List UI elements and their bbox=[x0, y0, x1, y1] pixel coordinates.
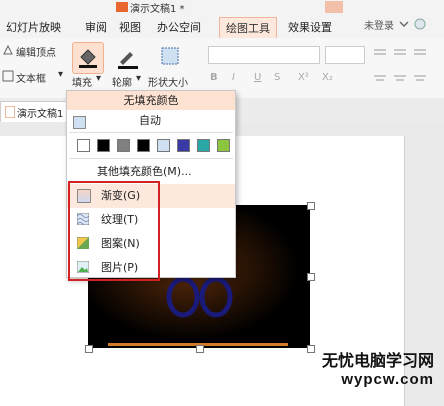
divider bbox=[69, 132, 233, 133]
color-swatch-green[interactable] bbox=[217, 139, 230, 152]
doc-tab-label: 演示文稿1 bbox=[17, 109, 64, 120]
resize-handle[interactable] bbox=[307, 273, 315, 281]
fill-dropdown-icon[interactable]: ▾ bbox=[96, 73, 101, 84]
document-icon bbox=[5, 106, 15, 118]
textbox-dropdown-icon[interactable]: ▾ bbox=[58, 69, 63, 80]
picture-label: 图片(P) bbox=[101, 261, 139, 274]
fill-button[interactable] bbox=[72, 42, 104, 74]
help-icon[interactable] bbox=[414, 18, 426, 30]
picture-icon bbox=[77, 261, 89, 273]
italic-icon[interactable]: I bbox=[232, 72, 235, 83]
superscript-icon[interactable]: X² bbox=[298, 72, 309, 83]
underline-icon[interactable]: U bbox=[254, 72, 261, 83]
more-fill-colors-label: 其他填充颜色(M)... bbox=[97, 165, 192, 178]
textbox-icon[interactable] bbox=[2, 70, 14, 82]
color-swatch-black[interactable] bbox=[97, 139, 110, 152]
tab-view[interactable]: 视图 bbox=[119, 19, 141, 35]
pattern-label: 图案(N) bbox=[101, 237, 140, 250]
shadow-icon[interactable]: S bbox=[274, 72, 280, 83]
color-swatch-gray[interactable] bbox=[117, 139, 130, 152]
dropdown-icon[interactable] bbox=[399, 19, 409, 29]
color-swatch-teal[interactable] bbox=[197, 139, 210, 152]
tab-drawing-tools[interactable]: 绘图工具 bbox=[219, 17, 277, 39]
outline-button[interactable] bbox=[112, 42, 142, 72]
shape-size-button[interactable] bbox=[155, 42, 185, 72]
shape-size-label[interactable]: 形状大小 bbox=[148, 74, 188, 89]
resize-handle[interactable] bbox=[85, 345, 93, 353]
tab-review[interactable]: 审阅 bbox=[85, 19, 107, 35]
resize-handle[interactable] bbox=[307, 345, 315, 353]
watermark: 无忧电脑学习网 wypcw.com bbox=[322, 347, 434, 388]
no-fill-option[interactable]: 无填充颜色 bbox=[67, 91, 235, 110]
title-bar: 演示文稿1 * bbox=[0, 0, 444, 15]
picture-option[interactable]: 图片(P) bbox=[67, 256, 235, 280]
ribbon-tabs: 幻灯片放映 审阅 视图 办公空间 绘图工具 效果设置 未登录 bbox=[0, 14, 444, 39]
textbox-label[interactable]: 文本框 bbox=[16, 70, 46, 85]
texture-label: 纹理(T) bbox=[101, 213, 139, 226]
auto-color-option[interactable]: 自动 bbox=[67, 111, 235, 131]
color-swatch-black-2[interactable] bbox=[137, 139, 150, 152]
watermark-line1: 无忧电脑学习网 bbox=[321, 351, 434, 370]
app-icon bbox=[116, 2, 128, 12]
fill-dropdown-menu: 无填充颜色 自动 其他填充颜色(M)... 渐变(G) 纹理(T) 图案(N) bbox=[66, 90, 236, 278]
color-swatch-light-blue[interactable] bbox=[157, 139, 170, 152]
resize-handle[interactable] bbox=[307, 202, 315, 210]
texture-icon bbox=[77, 213, 89, 225]
gradient-option[interactable]: 渐变(G) bbox=[67, 184, 235, 208]
paint-bucket-icon bbox=[79, 49, 97, 68]
gradient-icon bbox=[77, 189, 91, 203]
auto-color-swatch bbox=[73, 116, 86, 129]
tab-office-space[interactable]: 办公空间 bbox=[157, 19, 201, 35]
doc-tab[interactable]: 演示文稿1 bbox=[0, 101, 74, 122]
gradient-label: 渐变(G) bbox=[101, 189, 141, 202]
tab-slideshow[interactable]: 幻灯片放映 bbox=[6, 19, 61, 35]
bold-icon[interactable]: B bbox=[210, 72, 218, 83]
edit-vertex-label[interactable]: 编辑顶点 bbox=[16, 44, 56, 59]
fill-label[interactable]: 填充 bbox=[72, 74, 92, 89]
minimize-icon[interactable] bbox=[325, 1, 343, 13]
color-swatch-white[interactable] bbox=[77, 139, 90, 152]
outline-dropdown-icon[interactable]: ▾ bbox=[136, 73, 141, 84]
resize-handle[interactable] bbox=[196, 345, 204, 353]
watermark-line2: wypcw.com bbox=[341, 371, 434, 388]
pattern-icon bbox=[77, 237, 89, 249]
font-size-input[interactable] bbox=[325, 46, 365, 64]
font-name-input[interactable] bbox=[208, 46, 320, 64]
paragraph-icons[interactable] bbox=[372, 44, 432, 94]
tab-effects[interactable]: 效果设置 bbox=[288, 19, 332, 35]
login-status[interactable]: 未登录 bbox=[364, 17, 394, 32]
edit-vertex-icon[interactable] bbox=[2, 44, 14, 56]
subscript-icon[interactable]: X₂ bbox=[322, 72, 333, 83]
texture-option[interactable]: 纹理(T) bbox=[67, 208, 235, 232]
outline-label[interactable]: 轮廓 bbox=[112, 74, 132, 89]
pattern-option[interactable]: 图案(N) bbox=[67, 232, 235, 256]
shape-size-icon bbox=[161, 47, 179, 65]
window-title: 演示文稿1 * bbox=[130, 4, 185, 15]
divider bbox=[69, 158, 233, 159]
pen-icon bbox=[118, 52, 138, 69]
more-fill-colors-option[interactable]: 其他填充颜色(M)... bbox=[67, 162, 235, 182]
color-swatch-indigo[interactable] bbox=[177, 139, 190, 152]
auto-color-label: 自动 bbox=[139, 114, 161, 127]
